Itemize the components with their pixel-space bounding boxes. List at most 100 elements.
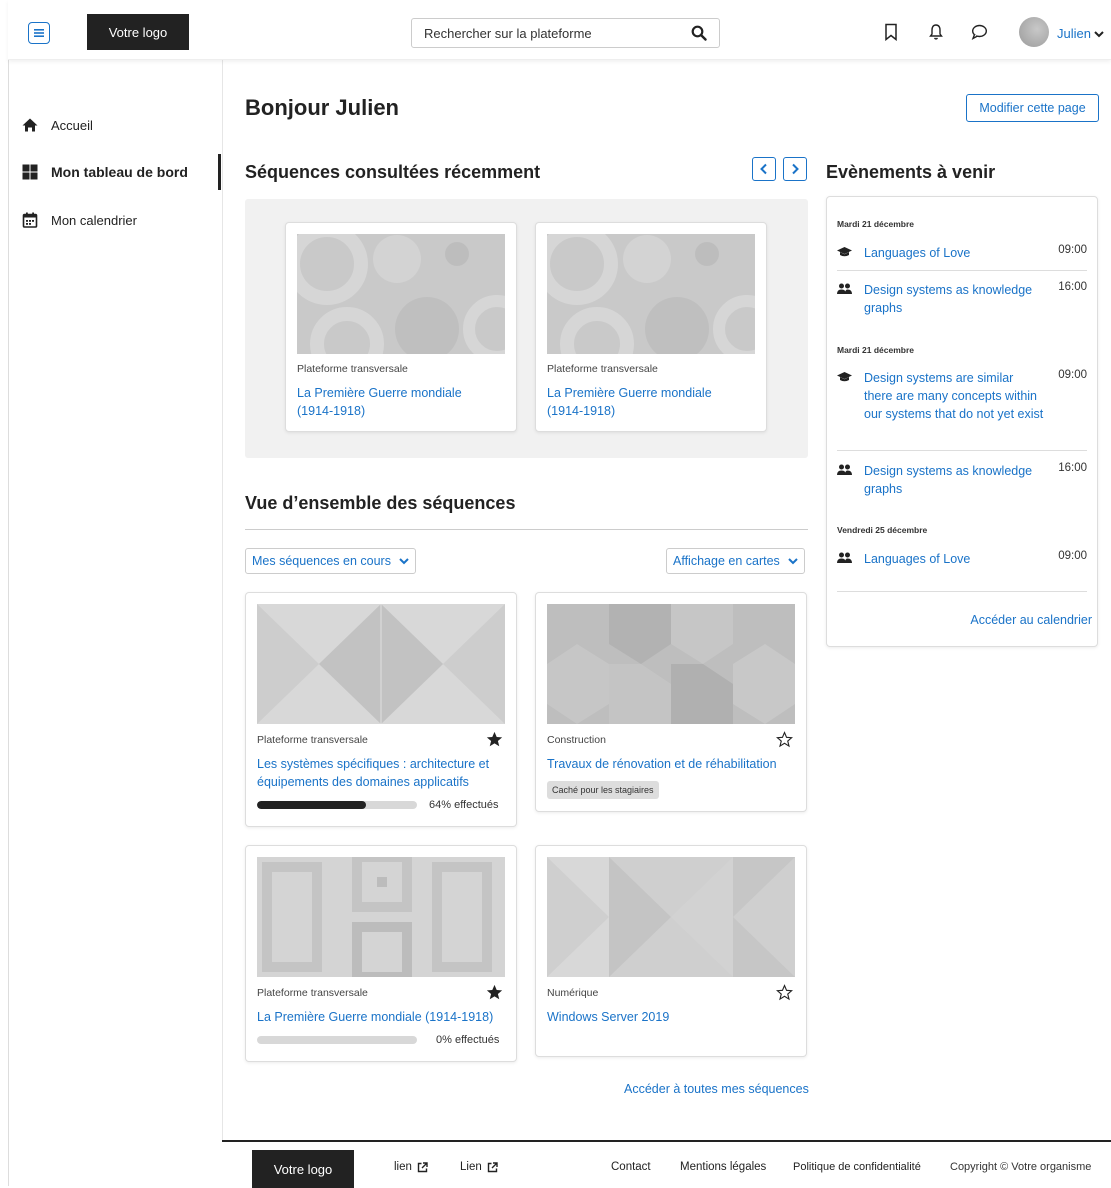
user-menu[interactable]: Julien — [1057, 26, 1104, 41]
progress-label: 0% effectués — [436, 1034, 500, 1046]
section-divider — [245, 529, 808, 530]
footer-logo[interactable]: Votre logo — [252, 1150, 354, 1188]
star-outline-icon[interactable] — [776, 984, 793, 1001]
chevron-down-icon — [1094, 30, 1104, 37]
search-icon[interactable] — [691, 25, 707, 41]
course-title-link[interactable]: Les systèmes spécifiques : architecture … — [257, 755, 507, 791]
course-thumbnail — [257, 857, 505, 977]
footer-contact-link[interactable]: Contact — [611, 1161, 651, 1173]
sidebar-item-dashboard[interactable]: Mon tableau de bord — [22, 164, 188, 180]
users-icon — [837, 464, 852, 475]
course-card[interactable]: Plateforme transversale La Première Guer… — [245, 845, 517, 1062]
recent-card[interactable]: Plateforme transversale La Première Guer… — [535, 222, 767, 432]
external-link-icon — [417, 1161, 428, 1172]
course-card[interactable]: Numérique Windows Server 2019 — [535, 845, 807, 1057]
home-icon — [22, 118, 38, 132]
course-card[interactable]: Construction Travaux de rénovation et de… — [535, 592, 807, 812]
external-link-icon — [487, 1161, 498, 1172]
star-outline-icon[interactable] — [776, 731, 793, 748]
course-category: Plateforme transversale — [297, 363, 408, 375]
chevron-right-icon — [792, 163, 799, 175]
footer: Votre logo lien Lien Contact Mentions lé… — [222, 1140, 1111, 1188]
course-title-link[interactable]: Travaux de rénovation et de réhabilitati… — [547, 755, 797, 773]
footer-copyright: Copyright © Votre organisme — [950, 1161, 1092, 1173]
course-card[interactable]: Plateforme transversale Les systèmes spé… — [245, 592, 517, 827]
progress-bar — [257, 1036, 417, 1044]
event-title-link[interactable]: Languages of Love — [864, 550, 970, 568]
footer-external-link[interactable]: Lien — [460, 1161, 498, 1173]
calendar-link[interactable]: Accéder au calendrier — [970, 613, 1092, 627]
event-separator — [837, 450, 1087, 451]
menu-button[interactable] — [28, 22, 50, 44]
recent-next-button[interactable] — [783, 157, 807, 181]
course-title-link[interactable]: Windows Server 2019 — [547, 1008, 797, 1026]
event-separator — [837, 270, 1087, 271]
course-category: Numérique — [547, 987, 599, 999]
calendar-icon — [22, 212, 38, 228]
event-title-link[interactable]: Design systems are similar there are man… — [864, 369, 1044, 423]
star-filled-icon[interactable] — [486, 731, 503, 748]
sidebar-item-label: Mon tableau de bord — [51, 164, 188, 180]
course-thumbnail — [547, 234, 755, 354]
header-logo[interactable]: Votre logo — [87, 14, 189, 50]
footer-external-link[interactable]: lien — [394, 1161, 428, 1173]
search-box[interactable] — [411, 18, 720, 48]
page-title: Bonjour Julien — [245, 95, 399, 120]
event-item[interactable]: Design systems as knowledge graphs 16:00 — [837, 281, 1087, 317]
edit-page-button[interactable]: Modifier cette page — [966, 94, 1099, 122]
users-icon — [837, 552, 852, 563]
avatar[interactable] — [1019, 17, 1049, 47]
course-category: Plateforme transversale — [257, 734, 368, 746]
sidebar-divider — [222, 60, 223, 1140]
event-item[interactable]: Design systems as knowledge graphs 16:00 — [837, 462, 1087, 498]
course-thumbnail — [547, 857, 795, 977]
search-input[interactable] — [412, 25, 672, 41]
graduation-cap-icon — [837, 247, 852, 257]
progress-label: 64% effectués — [429, 799, 499, 811]
sidebar-item-accueil[interactable]: Accueil — [22, 117, 93, 133]
event-time: 09:00 — [1058, 244, 1087, 256]
course-filter-select[interactable]: Mes séquences en cours — [245, 548, 416, 574]
event-date: Vendredi 25 décembre — [837, 525, 928, 535]
footer-privacy-link[interactable]: Politique de confidentialité — [793, 1161, 921, 1173]
footer-link-label: Lien — [460, 1161, 482, 1173]
event-title-link[interactable]: Languages of Love — [864, 244, 970, 262]
event-time: 09:00 — [1058, 550, 1087, 562]
view-mode-select[interactable]: Affichage en cartes — [666, 548, 805, 574]
footer-legal-link[interactable]: Mentions légales — [680, 1161, 766, 1173]
course-title-link[interactable]: La Première Guerre mondiale (1914-1918) — [257, 1008, 507, 1026]
event-title-link[interactable]: Design systems as knowledge graphs — [864, 281, 1044, 317]
course-title-link[interactable]: La Première Guerre mondiale (1914-1918) — [297, 384, 497, 420]
hidden-badge: Caché pour les stagiaires — [547, 781, 659, 799]
footer-link-label: lien — [394, 1161, 412, 1173]
event-item[interactable]: Design systems are similar there are man… — [837, 369, 1087, 441]
course-category: Plateforme transversale — [257, 987, 368, 999]
course-thumbnail — [547, 604, 795, 724]
chevron-down-icon — [788, 558, 798, 565]
view-mode-value: Affichage en cartes — [673, 554, 780, 568]
progress-bar — [257, 801, 417, 809]
star-filled-icon[interactable] — [486, 984, 503, 1001]
recent-section-title: Séquences consultées récemment — [245, 162, 541, 182]
recent-card[interactable]: Plateforme transversale La Première Guer… — [285, 222, 517, 432]
recent-prev-button[interactable] — [752, 157, 776, 181]
chat-icon[interactable] — [971, 23, 988, 41]
course-title-link[interactable]: La Première Guerre mondiale (1914-1918) — [547, 384, 747, 420]
progress-fill — [257, 801, 366, 809]
event-title-link[interactable]: Design systems as knowledge graphs — [864, 462, 1044, 498]
sidebar-item-label: Mon calendrier — [51, 212, 137, 228]
sidebar-item-label: Accueil — [51, 117, 93, 133]
user-name: Julien — [1057, 26, 1091, 41]
bell-icon[interactable] — [928, 23, 944, 41]
top-bar: Votre logo Julien — [8, 0, 1111, 60]
all-courses-link[interactable]: Accéder à toutes mes séquences — [624, 1082, 809, 1096]
event-time: 16:00 — [1058, 462, 1087, 474]
sidebar-item-calendar[interactable]: Mon calendrier — [22, 212, 137, 228]
graduation-cap-icon — [837, 372, 852, 382]
event-time: 16:00 — [1058, 281, 1087, 293]
course-category: Construction — [547, 734, 606, 746]
bookmark-icon[interactable] — [883, 23, 899, 41]
event-item[interactable]: Languages of Love 09:00 — [837, 244, 1087, 262]
event-item[interactable]: Languages of Love 09:00 — [837, 550, 1087, 568]
events-section-title: Evènements à venir — [826, 162, 996, 182]
